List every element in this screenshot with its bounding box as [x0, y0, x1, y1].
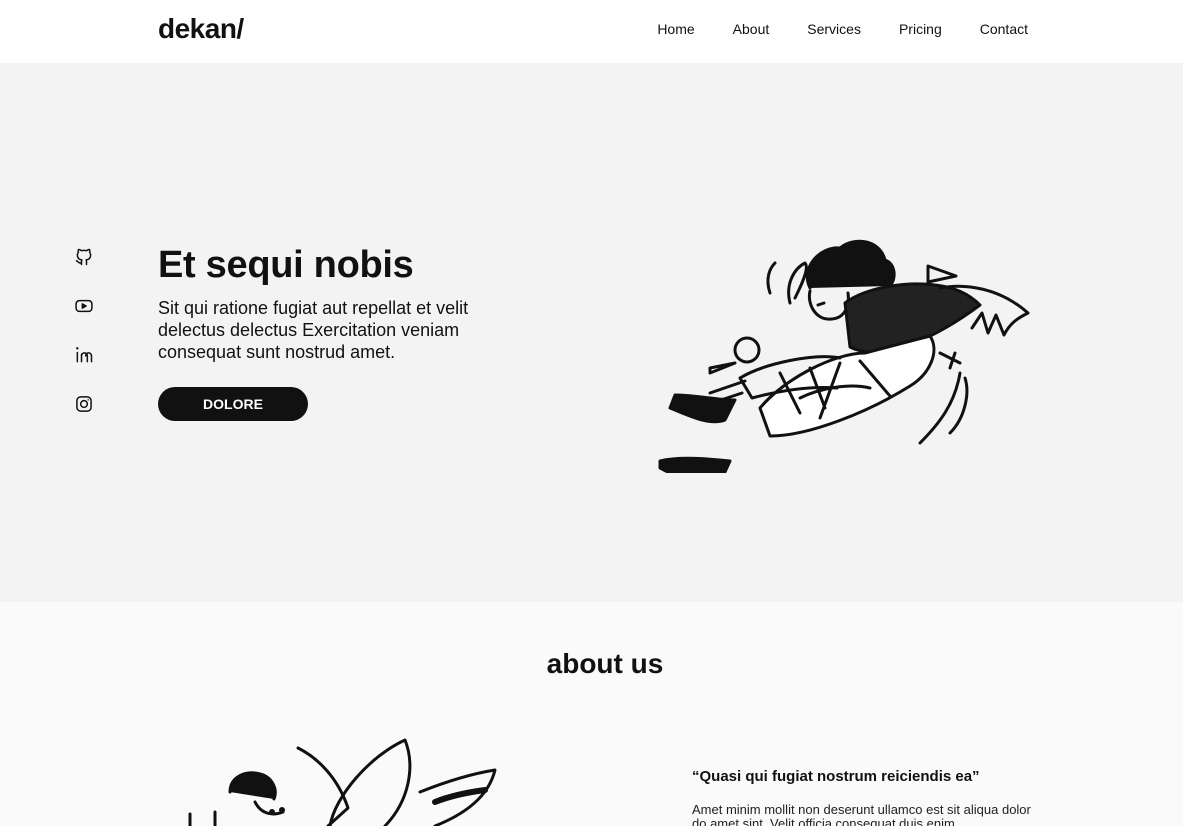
about-title: about us: [546, 648, 664, 679]
instagram-icon[interactable]: [73, 394, 95, 414]
nav-link-about[interactable]: About: [733, 21, 770, 37]
about-quote: “Quasi qui fugiat nostrum reiciendis ea”: [692, 768, 980, 785]
about-text: Amet minim mollit non deserunt ullamco e…: [692, 802, 1031, 826]
nav-link-pricing[interactable]: Pricing: [899, 21, 942, 37]
youtube-icon[interactable]: [73, 296, 95, 316]
hero-section: Et sequi nobis Sit qui ratione fugiat au…: [0, 63, 1183, 602]
top-nav: dekan/ Home About Services Pricing Conta…: [0, 0, 1183, 63]
hero-illustration: [658, 239, 1030, 473]
nav-link-services[interactable]: Services: [807, 21, 861, 37]
logo[interactable]: dekan/: [158, 13, 244, 45]
hero-description: Sit qui ratione fugiat aut repellat et v…: [158, 298, 469, 362]
hero-title: Et sequi nobis: [158, 244, 414, 286]
social-links: [73, 247, 95, 414]
linkedin-icon[interactable]: [73, 345, 95, 365]
about-illustration: [188, 738, 497, 826]
main-menu: Home About Services Pricing Contact: [657, 21, 1028, 37]
nav-link-contact[interactable]: Contact: [980, 21, 1028, 37]
github-icon[interactable]: [73, 247, 95, 267]
about-section: about us “Quasi qui fugiat nostrum reici…: [0, 602, 1183, 826]
nav-link-home[interactable]: Home: [657, 21, 694, 37]
cta-button[interactable]: DOLORE: [158, 387, 308, 421]
